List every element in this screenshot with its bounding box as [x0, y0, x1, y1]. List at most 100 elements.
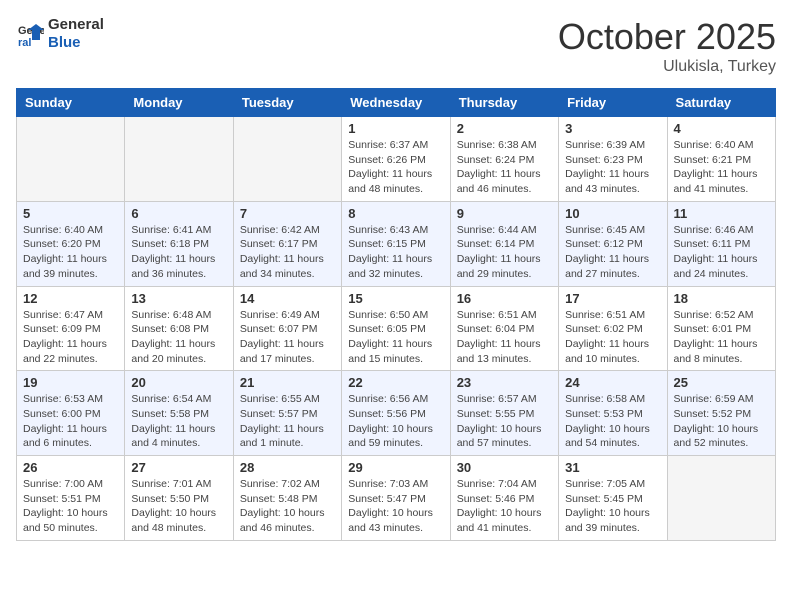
day-number: 15	[348, 291, 443, 306]
calendar-cell: 12Sunrise: 6:47 AM Sunset: 6:09 PM Dayli…	[17, 286, 125, 371]
calendar-cell: 14 Sunrise: 6:49 AM Sunset: 6:07 PM Dayli…	[233, 286, 341, 371]
calendar-week-row: 19 Sunrise: 6:53 AM Sunset: 6:00 PM Dayli…	[17, 371, 776, 456]
day-number: 24	[565, 375, 660, 390]
logo-icon: Gene ral	[16, 20, 44, 48]
calendar-cell	[667, 456, 775, 541]
logo: Gene ral General Blue	[16, 16, 104, 52]
day-number: 8	[348, 206, 443, 221]
calendar-cell: 3Sunrise: 6:39 AM Sunset: 6:23 PM Daylig…	[559, 117, 667, 202]
day-number: 28	[240, 460, 335, 475]
month-title: October 2025	[558, 16, 776, 58]
calendar-cell: 19 Sunrise: 6:53 AM Sunset: 6:00 PM Dayli…	[17, 371, 125, 456]
calendar-week-row: 1Sunrise: 6:37 AM Sunset: 6:26 PM Daylig…	[17, 117, 776, 202]
calendar-cell: 11 Sunrise: 6:46 AM Sunset: 6:11 PM Dayli…	[667, 201, 775, 286]
calendar-cell: 4Sunrise: 6:40 AM Sunset: 6:21 PM Daylig…	[667, 117, 775, 202]
day-info: Sunrise: 6:56 AM Sunset: 5:56 PM Dayligh…	[348, 392, 443, 451]
calendar-cell: 28 Sunrise: 7:02 AM Sunset: 5:48 PM Dayli…	[233, 456, 341, 541]
day-number: 31	[565, 460, 660, 475]
calendar-cell: 22 Sunrise: 6:56 AM Sunset: 5:56 PM Dayli…	[342, 371, 450, 456]
day-number: 7	[240, 206, 335, 221]
day-info: Sunrise: 7:05 AM Sunset: 5:45 PM Dayligh…	[565, 477, 660, 536]
svg-text:ral: ral	[18, 37, 31, 48]
calendar-cell: 21Sunrise: 6:55 AM Sunset: 5:57 PM Dayli…	[233, 371, 341, 456]
logo-text-line1: General	[48, 16, 104, 34]
day-number: 22	[348, 375, 443, 390]
calendar-cell: 20 Sunrise: 6:54 AM Sunset: 5:58 PM Dayli…	[125, 371, 233, 456]
day-info: Sunrise: 6:51 AM Sunset: 6:02 PM Dayligh…	[565, 308, 660, 367]
day-info: Sunrise: 7:02 AM Sunset: 5:48 PM Dayligh…	[240, 477, 335, 536]
weekday-header-friday: Friday	[559, 89, 667, 117]
weekday-header-wednesday: Wednesday	[342, 89, 450, 117]
day-number: 27	[131, 460, 226, 475]
day-info: Sunrise: 6:45 AM Sunset: 6:12 PM Dayligh…	[565, 223, 660, 282]
day-info: Sunrise: 6:44 AM Sunset: 6:14 PM Dayligh…	[457, 223, 552, 282]
calendar-cell: 5 Sunrise: 6:40 AM Sunset: 6:20 PM Daylig…	[17, 201, 125, 286]
day-info: Sunrise: 7:03 AM Sunset: 5:47 PM Dayligh…	[348, 477, 443, 536]
day-info: Sunrise: 7:00 AM Sunset: 5:51 PM Dayligh…	[23, 477, 118, 536]
weekday-header-monday: Monday	[125, 89, 233, 117]
day-info: Sunrise: 6:49 AM Sunset: 6:07 PM Dayligh…	[240, 308, 335, 367]
calendar-cell	[125, 117, 233, 202]
day-number: 18	[674, 291, 769, 306]
title-section: October 2025 Ulukisla, Turkey	[558, 16, 776, 76]
day-info: Sunrise: 7:04 AM Sunset: 5:46 PM Dayligh…	[457, 477, 552, 536]
day-info: Sunrise: 6:53 AM Sunset: 6:00 PM Dayligh…	[23, 392, 118, 451]
day-number: 14	[240, 291, 335, 306]
day-info: Sunrise: 6:55 AM Sunset: 5:57 PM Dayligh…	[240, 392, 335, 451]
day-info: Sunrise: 6:48 AM Sunset: 6:08 PM Dayligh…	[131, 308, 226, 367]
calendar-cell: 6 Sunrise: 6:41 AM Sunset: 6:18 PM Daylig…	[125, 201, 233, 286]
day-info: Sunrise: 6:37 AM Sunset: 6:26 PM Dayligh…	[348, 138, 443, 197]
weekday-header-sunday: Sunday	[17, 89, 125, 117]
day-number: 23	[457, 375, 552, 390]
calendar-cell: 15 Sunrise: 6:50 AM Sunset: 6:05 PM Dayli…	[342, 286, 450, 371]
calendar-cell: 16Sunrise: 6:51 AM Sunset: 6:04 PM Dayli…	[450, 286, 558, 371]
calendar-cell: 7Sunrise: 6:42 AM Sunset: 6:17 PM Daylig…	[233, 201, 341, 286]
logo-text-line2: Blue	[48, 34, 104, 52]
location: Ulukisla, Turkey	[558, 58, 776, 76]
calendar-cell: 25 Sunrise: 6:59 AM Sunset: 5:52 PM Dayli…	[667, 371, 775, 456]
day-number: 5	[23, 206, 118, 221]
calendar-cell: 9Sunrise: 6:44 AM Sunset: 6:14 PM Daylig…	[450, 201, 558, 286]
day-number: 20	[131, 375, 226, 390]
day-number: 29	[348, 460, 443, 475]
day-info: Sunrise: 6:46 AM Sunset: 6:11 PM Dayligh…	[674, 223, 769, 282]
calendar-table: SundayMondayTuesdayWednesdayThursdayFrid…	[16, 88, 776, 541]
day-info: Sunrise: 6:54 AM Sunset: 5:58 PM Dayligh…	[131, 392, 226, 451]
calendar-cell: 10Sunrise: 6:45 AM Sunset: 6:12 PM Dayli…	[559, 201, 667, 286]
day-info: Sunrise: 6:50 AM Sunset: 6:05 PM Dayligh…	[348, 308, 443, 367]
day-info: Sunrise: 6:59 AM Sunset: 5:52 PM Dayligh…	[674, 392, 769, 451]
day-number: 26	[23, 460, 118, 475]
calendar-cell: 24Sunrise: 6:58 AM Sunset: 5:53 PM Dayli…	[559, 371, 667, 456]
weekday-header-saturday: Saturday	[667, 89, 775, 117]
day-number: 6	[131, 206, 226, 221]
calendar-cell: 31 Sunrise: 7:05 AM Sunset: 5:45 PM Dayli…	[559, 456, 667, 541]
calendar-cell: 30 Sunrise: 7:04 AM Sunset: 5:46 PM Dayli…	[450, 456, 558, 541]
calendar-cell: 2Sunrise: 6:38 AM Sunset: 6:24 PM Daylig…	[450, 117, 558, 202]
day-number: 25	[674, 375, 769, 390]
calendar-cell	[17, 117, 125, 202]
day-number: 11	[674, 206, 769, 221]
svg-text:Gene: Gene	[18, 25, 44, 37]
calendar-cell: 1Sunrise: 6:37 AM Sunset: 6:26 PM Daylig…	[342, 117, 450, 202]
calendar-header-row: SundayMondayTuesdayWednesdayThursdayFrid…	[17, 89, 776, 117]
day-number: 12	[23, 291, 118, 306]
calendar-week-row: 12Sunrise: 6:47 AM Sunset: 6:09 PM Dayli…	[17, 286, 776, 371]
weekday-header-thursday: Thursday	[450, 89, 558, 117]
day-number: 19	[23, 375, 118, 390]
day-number: 16	[457, 291, 552, 306]
day-info: Sunrise: 6:41 AM Sunset: 6:18 PM Dayligh…	[131, 223, 226, 282]
weekday-header-tuesday: Tuesday	[233, 89, 341, 117]
day-info: Sunrise: 6:39 AM Sunset: 6:23 PM Dayligh…	[565, 138, 660, 197]
calendar-cell: 13Sunrise: 6:48 AM Sunset: 6:08 PM Dayli…	[125, 286, 233, 371]
day-info: Sunrise: 6:40 AM Sunset: 6:20 PM Dayligh…	[23, 223, 118, 282]
day-info: Sunrise: 6:52 AM Sunset: 6:01 PM Dayligh…	[674, 308, 769, 367]
day-info: Sunrise: 6:40 AM Sunset: 6:21 PM Dayligh…	[674, 138, 769, 197]
calendar-cell: 26 Sunrise: 7:00 AM Sunset: 5:51 PM Dayli…	[17, 456, 125, 541]
day-info: Sunrise: 7:01 AM Sunset: 5:50 PM Dayligh…	[131, 477, 226, 536]
calendar-week-row: 5 Sunrise: 6:40 AM Sunset: 6:20 PM Daylig…	[17, 201, 776, 286]
day-number: 30	[457, 460, 552, 475]
day-info: Sunrise: 6:57 AM Sunset: 5:55 PM Dayligh…	[457, 392, 552, 451]
day-number: 17	[565, 291, 660, 306]
day-number: 2	[457, 121, 552, 136]
calendar-cell: 8Sunrise: 6:43 AM Sunset: 6:15 PM Daylig…	[342, 201, 450, 286]
